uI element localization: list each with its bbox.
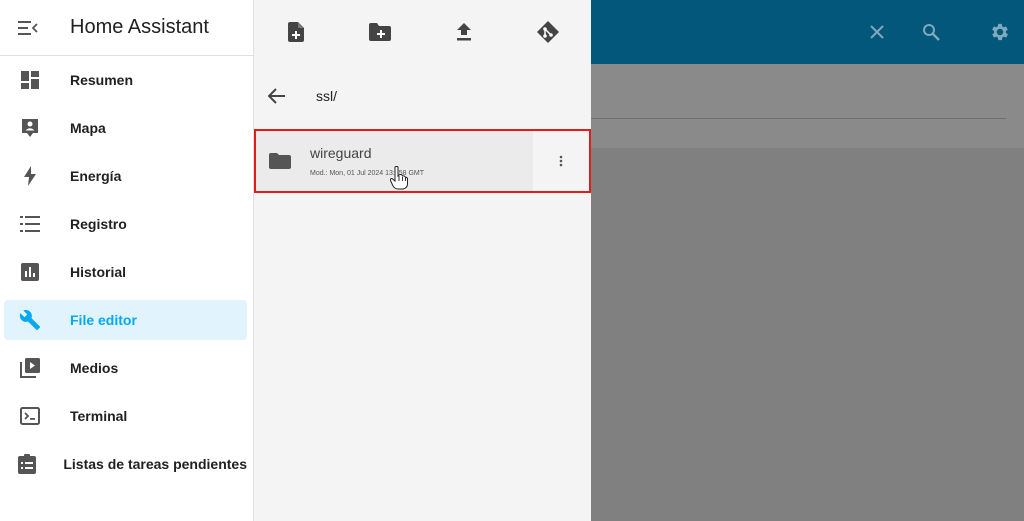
- clipboard-list-icon: [6, 454, 47, 474]
- search-button[interactable]: [911, 12, 951, 52]
- map-account-icon: [6, 118, 54, 138]
- path-bar: ssl/: [254, 64, 591, 128]
- sidebar-item-file-editor[interactable]: File editor: [4, 300, 247, 340]
- file-entry-info: wireguard Mod.: Mon, 01 Jul 2024 13: :58…: [310, 145, 533, 177]
- sidebar-header: Home Assistant: [0, 0, 253, 56]
- current-path: ssl/: [316, 88, 337, 104]
- console-icon: [6, 407, 54, 425]
- file-entry-name: wireguard: [310, 145, 372, 161]
- sidebar-list: Resumen Mapa Energía Registro Historial …: [0, 56, 253, 484]
- file-browser-panel: ssl/ wireguard Mod.: Mon, 01 Jul 2024 13…: [254, 0, 591, 521]
- wrench-icon: [6, 309, 54, 331]
- settings-button[interactable]: [980, 12, 1020, 52]
- sidebar-item-label: Energía: [70, 168, 122, 184]
- sidebar-item-label: Mapa: [70, 120, 106, 136]
- sidebar-item-medios[interactable]: Medios: [4, 348, 247, 388]
- sidebar-item-energia[interactable]: Energía: [4, 156, 247, 196]
- menu-open-icon: [18, 20, 38, 35]
- folder-plus-icon: [369, 23, 391, 41]
- play-box-multiple-icon: [6, 358, 54, 378]
- sidebar-item-registro[interactable]: Registro: [4, 204, 247, 244]
- sidebar-item-label: Terminal: [70, 408, 128, 424]
- sidebar-item-label: Registro: [70, 216, 127, 232]
- arrow-left-icon: [268, 88, 285, 104]
- upload-button[interactable]: [422, 0, 506, 64]
- git-icon: [537, 21, 559, 43]
- sidebar-item-listas[interactable]: Listas de tareas pendientes: [4, 444, 247, 484]
- file-browser-toolbar: [254, 0, 591, 64]
- list-icon: [6, 215, 54, 233]
- dashboard-icon: [6, 70, 54, 90]
- file-plus-icon: [288, 22, 304, 42]
- sidebar-item-label: Listas de tareas pendientes: [63, 456, 247, 472]
- app-title: Home Assistant: [70, 16, 209, 38]
- chart-box-icon: [6, 263, 54, 281]
- entry-menu-button[interactable]: [533, 131, 589, 191]
- file-entry-modified: Mod.: Mon, 01 Jul 2024 13: :58 GMT: [310, 170, 425, 177]
- close-icon: [870, 25, 884, 39]
- hand-pointer-cursor-icon: [389, 166, 408, 195]
- new-folder-button[interactable]: [338, 0, 422, 64]
- gear-icon: [992, 23, 1008, 41]
- dots-vertical-icon: [559, 155, 563, 167]
- upload-icon: [457, 23, 471, 41]
- sidebar-item-terminal[interactable]: Terminal: [4, 396, 247, 436]
- sidebar: Home Assistant Resumen Mapa Energía Regi…: [0, 0, 254, 521]
- sidebar-item-historial[interactable]: Historial: [4, 252, 247, 292]
- new-file-button[interactable]: [254, 0, 338, 64]
- folder-icon: [258, 153, 302, 169]
- sidebar-item-label: Medios: [70, 360, 119, 376]
- back-button[interactable]: [254, 73, 300, 119]
- close-button[interactable]: [857, 12, 897, 52]
- sidebar-item-resumen[interactable]: Resumen: [4, 60, 247, 100]
- top-app-bar: [590, 0, 1024, 64]
- file-entry-row[interactable]: wireguard Mod.: Mon, 01 Jul 2024 13: :58…: [254, 129, 591, 193]
- menu-collapse-button[interactable]: [0, 0, 56, 56]
- sidebar-item-label: Historial: [70, 264, 127, 280]
- lightning-bolt-icon: [6, 166, 54, 186]
- git-button[interactable]: [506, 0, 590, 64]
- sidebar-item-mapa[interactable]: Mapa: [4, 108, 247, 148]
- sidebar-item-label: File editor: [70, 312, 137, 328]
- editor-divider: [590, 118, 1006, 119]
- sidebar-item-label: Resumen: [70, 72, 134, 88]
- search-icon: [923, 24, 940, 41]
